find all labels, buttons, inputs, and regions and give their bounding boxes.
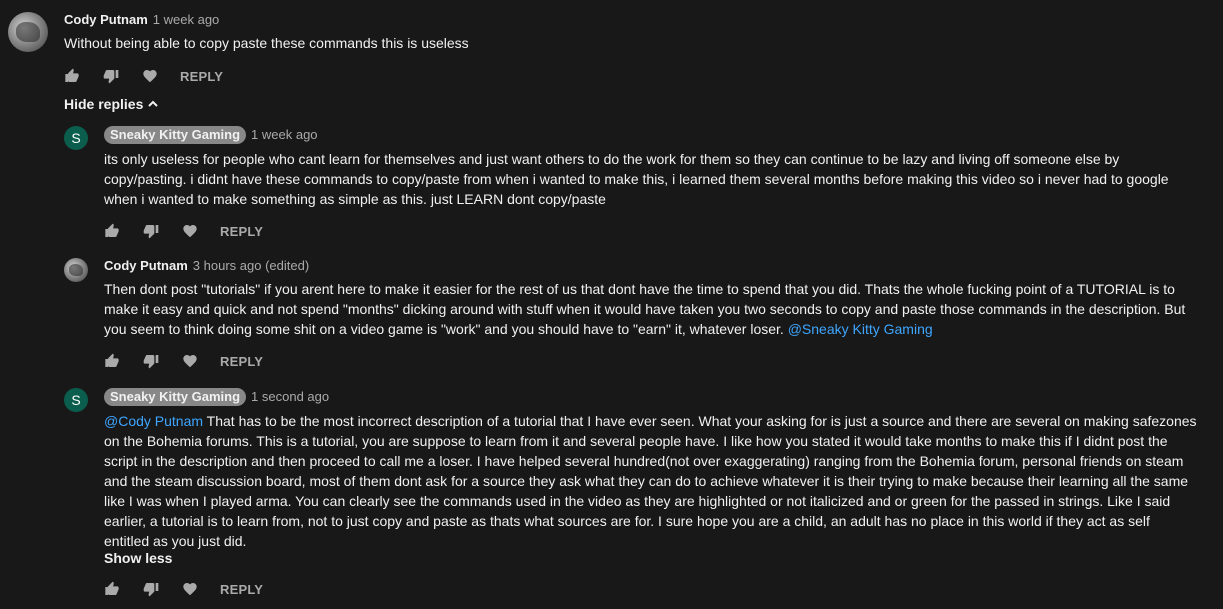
thumbs-up-icon[interactable] [104, 223, 120, 239]
reply-text: @Cody Putnam That has to be the most inc… [104, 411, 1197, 551]
reply-text-line: you seem to think doing some shit on a v… [104, 319, 1185, 339]
reply-actions: REPLY [104, 579, 263, 599]
thumbs-up-icon[interactable] [104, 353, 120, 369]
reply-header: Sneaky Kitty Gaming 1 week ago [104, 126, 318, 144]
comment-thread: Cody Putnam 1 week ago Without being able… [0, 0, 1223, 609]
reply-header: Cody Putnam 3 hours ago (edited) [104, 257, 309, 275]
reply-text: its only useless for people who cant lea… [104, 149, 1169, 209]
comment-author[interactable]: Cody Putnam [64, 12, 148, 27]
heart-icon[interactable] [182, 581, 198, 597]
reply-text: Then dont post "tutorials" if you arent … [104, 279, 1185, 339]
reply-text-segment: That has to be the most incorrect descri… [203, 413, 1197, 429]
comment-time[interactable]: 1 week ago [153, 12, 220, 27]
comment-header: Cody Putnam 1 week ago [64, 11, 219, 29]
reply-actions: REPLY [104, 221, 263, 241]
reply-header: Sneaky Kitty Gaming 1 second ago [104, 388, 329, 406]
thumbs-down-icon[interactable] [143, 353, 159, 369]
reply-text-line: make it easy and quick and not spend "mo… [104, 301, 1186, 317]
reply-time[interactable]: 1 week ago [251, 127, 318, 142]
reply-text-line: like I was when I played arma. You can c… [104, 493, 1171, 509]
thumbs-up-icon[interactable] [64, 68, 80, 84]
reply-text-line: when i wanted to make something as simpl… [104, 191, 606, 207]
reply-text-line: and the steam discussion board, most of … [104, 473, 1189, 489]
reply-button[interactable]: REPLY [220, 582, 263, 597]
reply-button[interactable]: REPLY [220, 354, 263, 369]
reply-text-segment: you seem to think doing some shit on a v… [104, 321, 788, 337]
chevron-up-icon [148, 100, 159, 107]
comment-actions: REPLY [64, 66, 223, 86]
heart-icon[interactable] [182, 353, 198, 369]
reply-author[interactable]: Sneaky Kitty Gaming [104, 126, 247, 144]
reply-text-line: script in the description and then proce… [104, 453, 1184, 469]
reply-author[interactable]: Sneaky Kitty Gaming [104, 388, 247, 406]
heart-icon[interactable] [142, 68, 158, 84]
thumbs-down-icon[interactable] [143, 223, 159, 239]
mention-link[interactable]: @Sneaky Kitty Gaming [788, 321, 933, 337]
reply-button[interactable]: REPLY [180, 69, 223, 84]
reply-text-line: copy/pasting. i didnt have these command… [104, 171, 1169, 187]
comment-text: Without being able to copy paste these c… [64, 35, 469, 51]
reply-button[interactable]: REPLY [220, 224, 263, 239]
avatar-letter: S [71, 392, 81, 408]
show-less-button[interactable]: Show less [104, 550, 172, 566]
avatar[interactable] [64, 258, 88, 282]
thumbs-up-icon[interactable] [104, 581, 120, 597]
reply-author[interactable]: Cody Putnam [104, 258, 188, 273]
reply-actions: REPLY [104, 351, 263, 371]
reply-time[interactable]: 3 hours ago (edited) [193, 258, 309, 273]
thumbs-down-icon[interactable] [143, 581, 159, 597]
reply-text-line: earlier, a tutorial is to learn from, no… [104, 513, 1150, 529]
thumbs-down-icon[interactable] [103, 68, 119, 84]
avatar[interactable]: S [64, 126, 88, 150]
mention-link[interactable]: @Cody Putnam [104, 413, 203, 429]
reply-text-line: entitled as you just did. [104, 533, 247, 549]
heart-icon[interactable] [182, 223, 198, 239]
hide-replies-button[interactable]: Hide replies [64, 96, 159, 112]
avatar[interactable] [8, 12, 48, 52]
reply-text-line: on the Bohemia forums. This is a tutoria… [104, 433, 1168, 449]
reply-time[interactable]: 1 second ago [251, 389, 329, 404]
avatar-letter: S [71, 130, 81, 146]
reply-text-line: @Cody Putnam That has to be the most inc… [104, 411, 1197, 431]
hide-replies-label: Hide replies [64, 96, 144, 112]
reply-text-line: its only useless for people who cant lea… [104, 151, 1120, 167]
avatar[interactable]: S [64, 388, 88, 412]
reply-text-line: Then dont post "tutorials" if you arent … [104, 281, 1175, 297]
